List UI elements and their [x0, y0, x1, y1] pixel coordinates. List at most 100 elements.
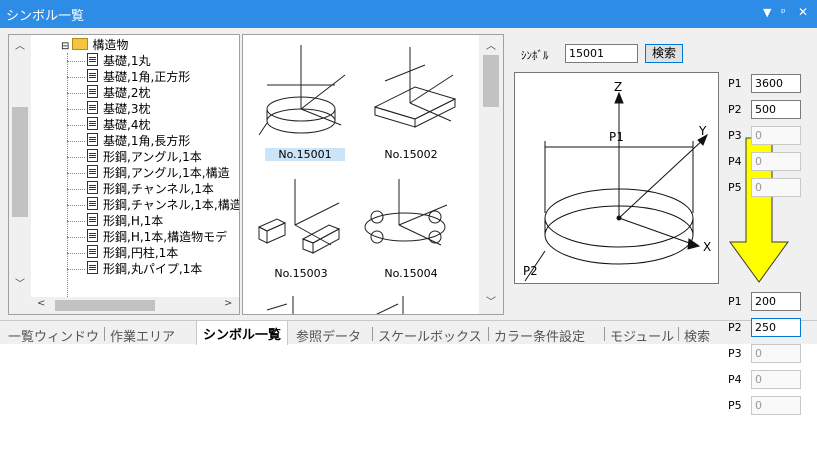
- title-bar: シンボル一覧 ▼ ᵖ ✕: [0, 0, 817, 28]
- pin-icon[interactable]: ᵖ: [781, 6, 786, 19]
- window-title: シンボル一覧: [6, 9, 85, 24]
- scroll-down-icon[interactable]: ﹀: [479, 293, 503, 308]
- caption-15001[interactable]: No.15001: [265, 148, 345, 161]
- tree-item-label: 基礎,4枕: [103, 118, 151, 132]
- tree-item-label: 基礎,2枕: [103, 86, 151, 100]
- param-params_top-input[interactable]: 500: [751, 100, 801, 119]
- tab-item[interactable]: モジュール: [610, 326, 674, 345]
- tree-branch: [67, 269, 85, 270]
- tab-item[interactable]: カラー条件設定: [494, 326, 585, 345]
- tree-item-label: 形鋼,円柱,1本: [103, 246, 179, 260]
- tree-item-label: 形鋼,チャンネル,1本,構造: [103, 198, 240, 212]
- param-params_bottom-input: 0: [751, 344, 801, 363]
- scroll-left-icon[interactable]: <: [37, 298, 45, 309]
- param-params_top-label: P4: [728, 155, 742, 168]
- dropdown-icon[interactable]: ▼: [763, 6, 771, 19]
- tree-hscrollbar[interactable]: < >: [9, 297, 239, 314]
- thumb-partial-row: [266, 296, 404, 314]
- tree-branch: [67, 173, 85, 174]
- tree-item[interactable]: 基礎,4枕: [67, 117, 151, 133]
- symbol-input[interactable]: 15001: [565, 44, 638, 63]
- folder-icon: [72, 38, 89, 50]
- param-params_top-label: P3: [728, 129, 742, 142]
- tree-item-label: 基礎,1角,正方形: [103, 70, 191, 84]
- dim-p1-label: P1: [609, 130, 623, 144]
- param-params_top-label: P5: [728, 181, 742, 194]
- search-button[interactable]: 検索: [645, 44, 683, 63]
- scroll-thumb[interactable]: [12, 107, 28, 217]
- tree-branch: [67, 125, 85, 126]
- tree-item[interactable]: 基礎,3枕: [67, 101, 150, 117]
- param-params_bottom-label: P2: [728, 321, 742, 334]
- gallery-vscrollbar[interactable]: ︿ ﹀: [479, 35, 503, 314]
- param-params_bottom-input[interactable]: 200: [751, 292, 801, 311]
- tree-item-label: 形鋼,H,1本: [103, 214, 164, 228]
- scroll-up-icon[interactable]: ︿: [9, 37, 31, 52]
- symbol-preview: Z Y X P1 P2: [514, 72, 719, 284]
- tree-branch: [67, 77, 85, 78]
- param-params_top-label: P1: [728, 77, 742, 90]
- document-icon: [87, 85, 98, 98]
- thumb-15001[interactable]: [253, 37, 353, 147]
- document-icon: [87, 117, 98, 130]
- collapse-icon[interactable]: ⊟: [61, 41, 69, 52]
- thumb-15004[interactable]: [355, 173, 465, 263]
- tree-item[interactable]: 形鋼,H,1本: [67, 213, 164, 229]
- param-params_bottom-label: P4: [728, 373, 742, 386]
- tree-branch: [67, 157, 85, 158]
- tree-item-label: 形鋼,丸パイプ,1本: [103, 262, 203, 276]
- scroll-right-icon[interactable]: >: [224, 298, 232, 309]
- tree-branch: [67, 205, 85, 206]
- tab-separator: [604, 327, 605, 341]
- tree-item[interactable]: 形鋼,アングル,1本,構造: [67, 165, 230, 181]
- tree-item[interactable]: 形鋼,円柱,1本: [67, 245, 179, 261]
- scroll-thumb[interactable]: [483, 55, 499, 107]
- tab-item[interactable]: 参照データ: [296, 326, 361, 345]
- hscroll-thumb[interactable]: [55, 300, 155, 311]
- document-icon: [87, 181, 98, 194]
- symbol-label: ｼﾝﾎﾞﾙ: [521, 49, 549, 62]
- param-params_top-input: 0: [751, 178, 801, 197]
- tree-vscrollbar[interactable]: ︿ ﹀: [9, 35, 31, 297]
- param-params_top-label: P2: [728, 103, 742, 116]
- thumb-15002[interactable]: [355, 37, 465, 147]
- tree-item-label: 基礎,1角,長方形: [103, 134, 191, 148]
- tree-item[interactable]: 形鋼,チャンネル,1本,構造: [67, 197, 240, 213]
- scroll-up-icon[interactable]: ︿: [479, 37, 503, 52]
- tree-item[interactable]: 形鋼,丸パイプ,1本: [67, 261, 203, 277]
- symbol-gallery[interactable]: No.15001 No.15002 No.15003 No.15004 ︿ ﹀: [242, 34, 504, 315]
- caption-15004[interactable]: No.15004: [371, 267, 451, 280]
- tree-branch: [67, 253, 85, 254]
- tree-item[interactable]: 基礎,2枕: [67, 85, 151, 101]
- param-params_bottom-input[interactable]: 250: [751, 318, 801, 337]
- tree-item[interactable]: 基礎,1角,正方形: [67, 69, 191, 85]
- document-icon: [87, 229, 98, 242]
- tree-item[interactable]: 形鋼,アングル,1本: [67, 149, 202, 165]
- document-icon: [87, 165, 98, 178]
- symbol-tree[interactable]: ︿ ﹀ < > ⊟ 構造物 基礎,1丸 基礎,1角,正方形 基礎,2枕 基礎,3枕 基礎,…: [8, 34, 240, 315]
- document-icon: [87, 213, 98, 226]
- document-icon: [87, 149, 98, 162]
- tab-item[interactable]: 一覧ウィンドウ: [8, 326, 99, 345]
- thumb-15003[interactable]: [251, 173, 351, 263]
- tree-item[interactable]: 形鋼,チャンネル,1本: [67, 181, 214, 197]
- param-params_top-input[interactable]: 3600: [751, 74, 801, 93]
- tree-item[interactable]: 形鋼,H,1本,構造物モデ: [67, 229, 228, 245]
- tab-item[interactable]: スケールボックス: [378, 326, 482, 345]
- scroll-down-icon[interactable]: ﹀: [9, 275, 31, 290]
- tree-root[interactable]: ⊟ 構造物: [61, 37, 128, 53]
- tree-item[interactable]: 基礎,1角,長方形: [67, 133, 191, 149]
- document-icon: [87, 53, 98, 66]
- tree-branch: [67, 93, 85, 94]
- tree-item-label: 形鋼,H,1本,構造物モデ: [103, 230, 228, 244]
- tab-item[interactable]: 作業エリア: [110, 326, 175, 345]
- tab-item[interactable]: 検索: [684, 326, 710, 345]
- tree-branch: [67, 237, 85, 238]
- tab-item[interactable]: シンボル一覧: [196, 321, 289, 345]
- tree-item-label: 形鋼,アングル,1本: [103, 150, 202, 164]
- caption-15002[interactable]: No.15002: [371, 148, 451, 161]
- close-icon[interactable]: ✕: [798, 5, 808, 19]
- caption-15003[interactable]: No.15003: [261, 267, 341, 280]
- tree-item[interactable]: 基礎,1丸: [67, 53, 150, 69]
- tree-item-label: 形鋼,チャンネル,1本: [103, 182, 214, 196]
